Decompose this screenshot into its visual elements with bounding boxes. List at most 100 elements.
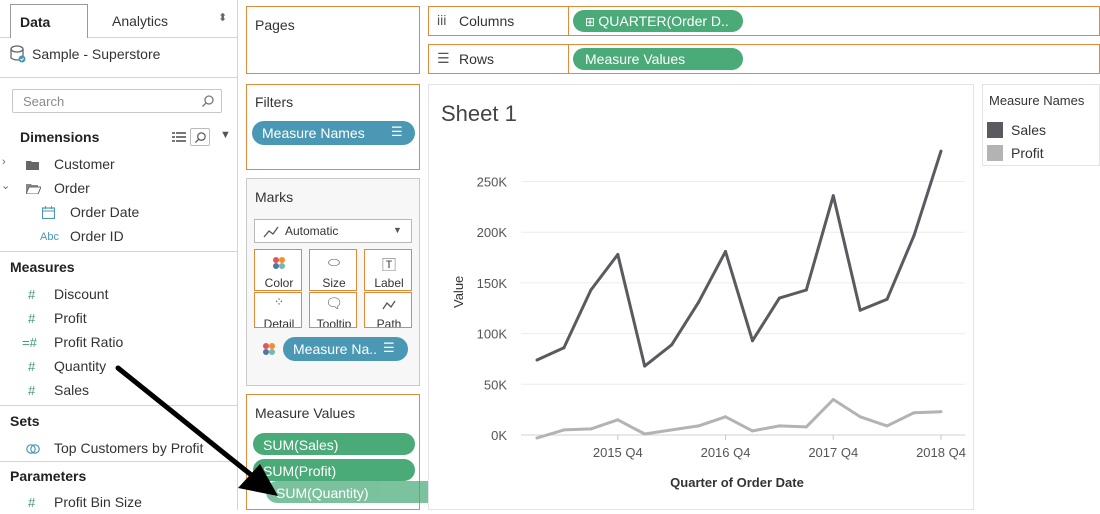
data-point-profit[interactable] xyxy=(858,415,862,419)
y-tick-label: 150K xyxy=(477,276,508,291)
datasource[interactable]: Sample - Superstore xyxy=(10,44,230,66)
dimension-tools: ▼ xyxy=(170,128,234,146)
x-tick-label: 2018 Q4 xyxy=(916,445,966,460)
data-point-sales[interactable] xyxy=(831,194,835,198)
field-order-date[interactable]: Order Date xyxy=(0,202,238,224)
rows-icon: ☰ xyxy=(437,50,450,66)
data-point-sales[interactable] xyxy=(697,300,701,304)
datasource-icon xyxy=(10,45,26,63)
pages-card[interactable]: Pages xyxy=(246,6,420,74)
filters-card[interactable]: Filters Measure Names ☰ xyxy=(246,84,420,170)
filter-pill-measure-names[interactable]: Measure Names ☰ xyxy=(252,121,415,145)
field-label: Order ID xyxy=(70,228,124,244)
mark-type-dropdown[interactable]: Automatic ▼ xyxy=(254,219,412,243)
parameters-header: Parameters xyxy=(10,468,87,484)
chart-view[interactable]: Sheet 1 0K 50K 100K 150K 200K 250K 2015 Q4 201… xyxy=(428,84,974,510)
list-view-icon[interactable] xyxy=(172,131,186,143)
tooltip-icon: 🗨 xyxy=(325,295,343,311)
data-point-sales[interactable] xyxy=(670,343,674,347)
legend[interactable]: Measure Names Sales Profit xyxy=(982,84,1100,166)
chevron-down-icon[interactable]: ⌄ xyxy=(1,179,10,192)
data-point-profit[interactable] xyxy=(750,429,754,433)
columns-pill-quarter[interactable]: ⊞ QUARTER(Order D.. xyxy=(573,10,743,32)
field-customer[interactable]: › Customer xyxy=(0,154,238,176)
data-point-profit[interactable] xyxy=(939,410,943,414)
data-point-profit[interactable] xyxy=(885,424,889,428)
legend-item-profit[interactable]: Profit xyxy=(987,144,1097,164)
data-point-sales[interactable] xyxy=(589,288,593,292)
legend-swatch xyxy=(987,145,1003,161)
search-input[interactable]: Search xyxy=(12,89,222,113)
data-point-profit[interactable] xyxy=(562,428,566,432)
data-point-profit[interactable] xyxy=(589,427,593,431)
data-point-profit[interactable] xyxy=(616,418,620,422)
rows-pill-measure-values[interactable]: Measure Values xyxy=(573,48,743,70)
tooltip-button[interactable]: 🗨 Tooltip xyxy=(309,292,357,328)
field-discount[interactable]: # Discount xyxy=(0,284,238,306)
data-point-profit[interactable] xyxy=(831,398,835,402)
field-profit[interactable]: # Profit xyxy=(0,308,238,330)
chevron-right-icon[interactable]: › xyxy=(2,156,6,168)
legend-label: Profit xyxy=(1011,145,1044,161)
size-icon: ⬭ xyxy=(328,254,340,270)
search-icon xyxy=(194,132,206,144)
data-point-profit[interactable] xyxy=(697,424,701,428)
search-icon xyxy=(202,95,214,107)
data-point-sales[interactable] xyxy=(562,346,566,350)
filters-card-title: Filters xyxy=(255,94,294,110)
data-point-sales[interactable] xyxy=(750,339,754,343)
series-line-profit[interactable] xyxy=(536,398,942,440)
measure-icon: # xyxy=(28,359,36,374)
y-tick-label: 200K xyxy=(477,225,508,240)
sheet-title: Sheet 1 xyxy=(441,101,517,126)
y-tick-label: 250K xyxy=(477,175,508,190)
data-point-sales[interactable] xyxy=(616,253,620,257)
chevron-down-icon[interactable]: ▼ xyxy=(220,129,231,141)
dimensions-header: Dimensions xyxy=(20,129,100,145)
data-point-sales[interactable] xyxy=(885,297,889,301)
data-point-sales[interactable] xyxy=(939,149,943,153)
detail-button[interactable]: ⁘ Detail xyxy=(254,292,302,328)
legend-item-sales[interactable]: Sales xyxy=(987,121,1097,141)
divider xyxy=(0,251,238,252)
tab-data-label: Data xyxy=(20,14,51,30)
parameter-icon: # xyxy=(28,495,36,510)
line-chart[interactable]: Sheet 1 0K50K100K150K200K250K 2015 Q4 201… xyxy=(429,85,975,511)
data-point-profit[interactable] xyxy=(724,415,728,419)
data-point-profit[interactable] xyxy=(777,424,781,428)
data-point-sales[interactable] xyxy=(535,358,539,362)
tab-data[interactable]: Data xyxy=(10,4,88,38)
y-tick-label: 100K xyxy=(477,327,508,342)
search-placeholder: Search xyxy=(23,94,65,109)
data-point-sales[interactable] xyxy=(858,308,862,312)
label-button[interactable]: 🅃 Label xyxy=(364,249,412,291)
data-point-sales[interactable] xyxy=(804,288,808,292)
data-point-profit[interactable] xyxy=(912,411,916,415)
size-button[interactable]: ⬭ Size xyxy=(309,249,357,291)
measures-header: Measures xyxy=(10,259,75,275)
data-point-sales[interactable] xyxy=(912,233,916,237)
field-order[interactable]: ⌄ Order xyxy=(0,178,238,200)
field-order-id[interactable]: Abc Order ID xyxy=(0,226,238,248)
data-point-sales[interactable] xyxy=(777,296,781,300)
color-button[interactable]: Color xyxy=(254,249,302,291)
field-profit-ratio[interactable]: =# Profit Ratio xyxy=(0,332,238,354)
path-button[interactable]: Path xyxy=(364,292,412,328)
data-point-profit[interactable] xyxy=(670,428,674,432)
columns-shelf[interactable]: iii Columns ⊞ QUARTER(Order D.. xyxy=(428,6,1100,36)
color-label: Color xyxy=(264,276,294,290)
field-label: Sales xyxy=(54,382,90,398)
field-label: Quantity xyxy=(54,358,107,374)
data-point-profit[interactable] xyxy=(535,436,539,440)
data-point-profit[interactable] xyxy=(643,432,647,436)
color-pill-measure-names[interactable]: Measure Na.. ☰ xyxy=(283,337,408,361)
dimension-search-button[interactable] xyxy=(190,128,210,146)
data-point-sales[interactable] xyxy=(724,250,728,254)
data-point-profit[interactable] xyxy=(804,425,808,429)
chevron-down-icon: ▼ xyxy=(393,225,402,235)
rows-shelf[interactable]: ☰ Rows Measure Values xyxy=(428,44,1100,74)
tab-switch-icon[interactable]: ⬍ xyxy=(218,11,227,24)
data-point-sales[interactable] xyxy=(643,364,647,368)
tab-analytics[interactable]: Analytics xyxy=(112,13,168,29)
field-label: Discount xyxy=(54,286,109,302)
